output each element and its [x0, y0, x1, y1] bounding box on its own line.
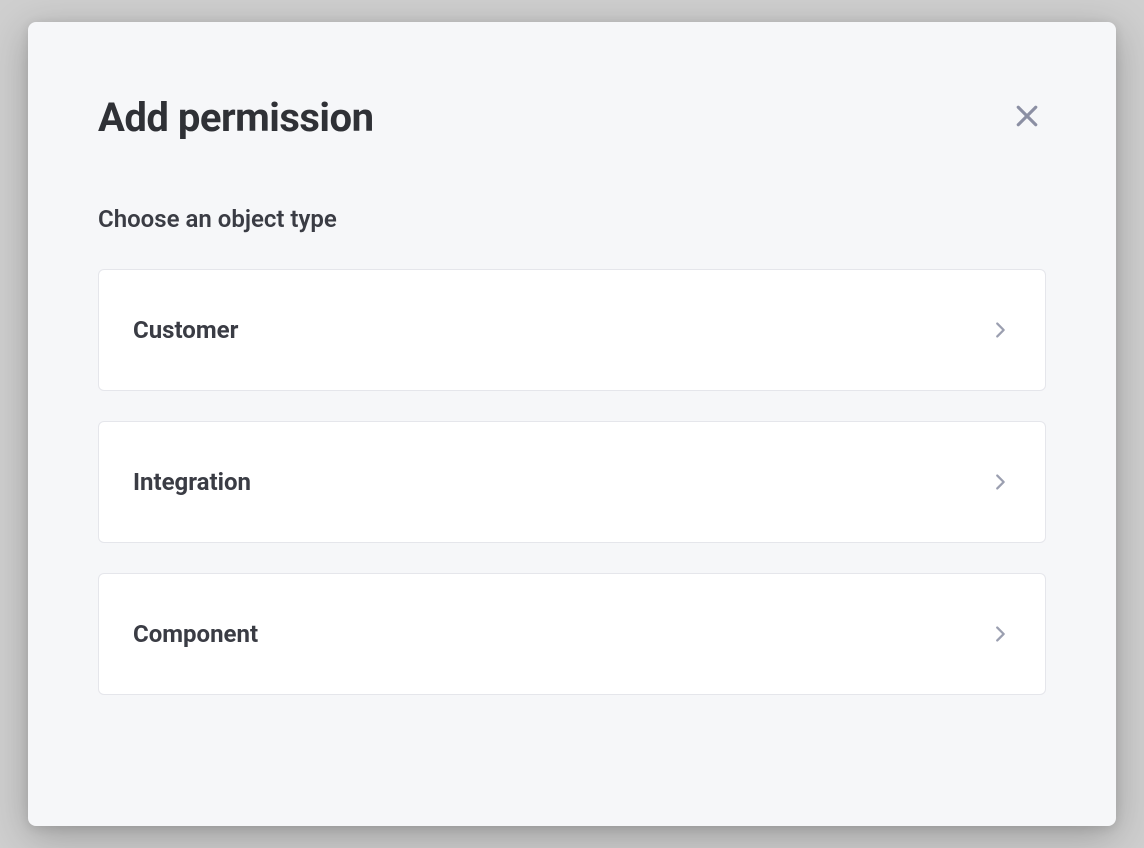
chevron-right-icon: [989, 471, 1011, 493]
object-type-component[interactable]: Component: [98, 573, 1046, 695]
modal-title: Add permission: [98, 94, 374, 141]
close-icon: [1012, 101, 1042, 134]
add-permission-modal: Add permission Choose an object type Cus…: [28, 22, 1116, 826]
object-type-label: Integration: [133, 468, 251, 496]
object-type-list: Customer Integration Component: [98, 269, 1046, 695]
object-type-label: Customer: [133, 316, 238, 344]
chevron-right-icon: [989, 623, 1011, 645]
chevron-right-icon: [989, 319, 1011, 341]
object-type-label: Component: [133, 620, 258, 648]
close-button[interactable]: [1008, 97, 1046, 138]
object-type-integration[interactable]: Integration: [98, 421, 1046, 543]
section-label: Choose an object type: [98, 205, 1046, 233]
modal-header: Add permission: [98, 94, 1046, 141]
object-type-customer[interactable]: Customer: [98, 269, 1046, 391]
